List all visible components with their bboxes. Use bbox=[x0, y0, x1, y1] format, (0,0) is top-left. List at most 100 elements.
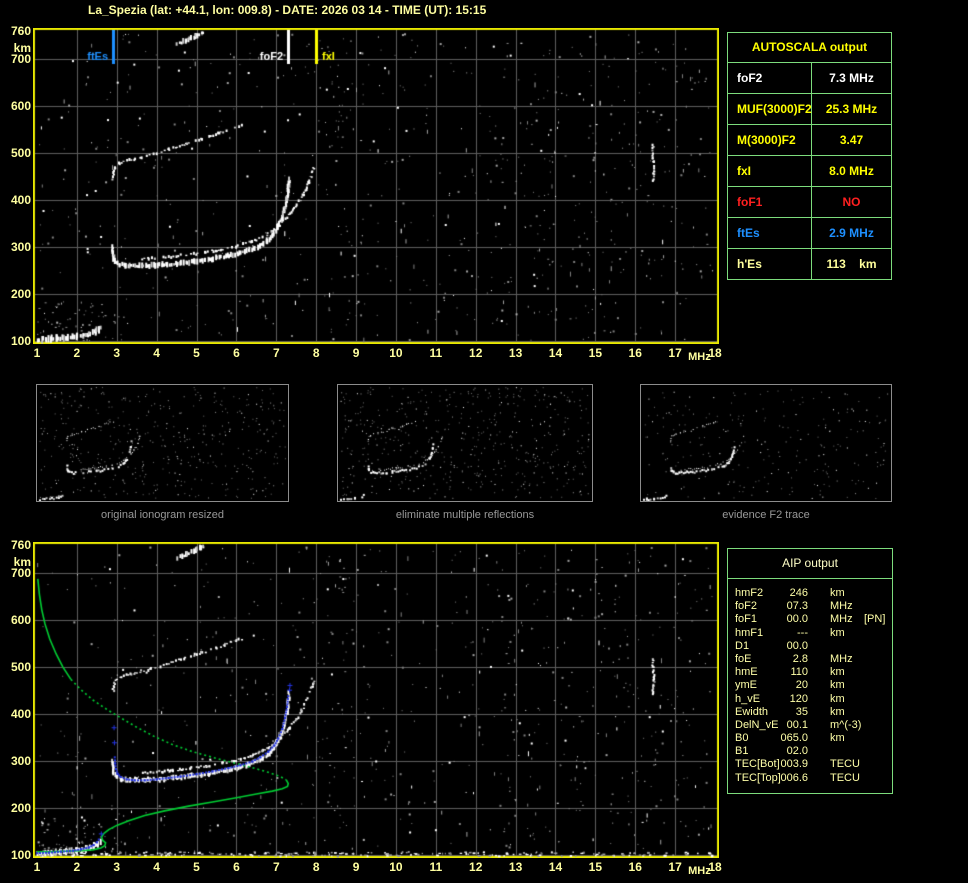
aip-row-label: D1 bbox=[735, 639, 750, 652]
autoscala-row: fxI 8.0 MHz bbox=[728, 156, 891, 187]
x-axis-tick: 8 bbox=[312, 346, 320, 360]
aip-row-label: foF2 bbox=[735, 600, 758, 613]
aip-row-value: 065.0 bbox=[780, 732, 808, 745]
aip-row-unit: km bbox=[830, 626, 845, 639]
x-axis-tick: 16 bbox=[628, 860, 642, 874]
x-axis-tick: 15 bbox=[588, 860, 603, 874]
x-axis-tick: 2 bbox=[73, 346, 81, 360]
x-axis-tick: 16 bbox=[628, 346, 642, 360]
aip-row: ymE 20 km bbox=[728, 679, 892, 692]
x-axis-tick: 17 bbox=[668, 346, 682, 360]
aip-row-unit: MHz bbox=[830, 613, 853, 626]
aip-header: AIP output bbox=[728, 549, 892, 579]
x-axis-tick: 3 bbox=[113, 860, 121, 874]
y-axis-tick: 760 bbox=[10, 538, 31, 552]
aip-row-value: 00.1 bbox=[786, 718, 808, 731]
autoscala-header: AUTOSCALA output bbox=[728, 33, 891, 63]
y-axis-tick: 600 bbox=[10, 99, 31, 114]
autoscala-rows: foF2 7.3 MHz MUF(3000)F2 25.3 MHz M(3000)F2 3… bbox=[728, 63, 891, 279]
y-axis-tick: 200 bbox=[10, 801, 31, 816]
aip-row-value: 07.3 bbox=[786, 600, 808, 613]
autoscala-row: foF1 NO bbox=[728, 187, 891, 218]
x-axis-tick: 15 bbox=[588, 346, 603, 360]
aip-row-unit: km bbox=[830, 705, 845, 718]
y-axis-tick: 760 bbox=[10, 24, 31, 38]
y-axis-unit-label: km bbox=[13, 555, 31, 569]
thumbnail-caption-evidence: evidence F2 trace bbox=[722, 509, 810, 521]
aip-row-note: [PN] bbox=[864, 613, 886, 626]
autoscala-panel: AUTOSCALA output foF2 7.3 MHz MUF(3000)F2 2… bbox=[727, 32, 892, 280]
aip-row-value: 006.6 bbox=[780, 771, 808, 784]
aip-row-value: 00.0 bbox=[786, 639, 808, 652]
y-axis-tick: 300 bbox=[10, 754, 31, 769]
x-axis-tick: 4 bbox=[153, 860, 160, 874]
autoscala-row: MUF(3000)F2 25.3 MHz bbox=[728, 94, 891, 125]
autoscala-row: h'Es 113 km bbox=[728, 249, 891, 279]
aip-row-unit: MHz bbox=[830, 652, 853, 665]
thumbnail-caption-eliminate: eliminate multiple reflections bbox=[395, 509, 535, 521]
y-axis-tick: 600 bbox=[10, 613, 31, 628]
y-axis-tick: 500 bbox=[10, 146, 31, 161]
autoscala-row-value: 8.0 MHz bbox=[829, 164, 874, 178]
y-axis-tick: 400 bbox=[10, 193, 31, 208]
x-axis-tick: 17 bbox=[668, 860, 682, 874]
x-axis-tick: 13 bbox=[508, 860, 523, 874]
aip-row: TEC[Bot] 003.9 TECU bbox=[728, 758, 892, 771]
x-axis-tick: 2 bbox=[73, 860, 81, 874]
aip-row: foF1 00.0 MHz [PN] bbox=[728, 613, 892, 626]
aip-row: hmF2 246 km bbox=[728, 587, 892, 600]
x-axis-tick: 6 bbox=[233, 860, 240, 874]
aip-row-label: B0 bbox=[735, 732, 749, 745]
x-axis-tick: 14 bbox=[548, 860, 563, 874]
autoscala-row: ftEs 2.9 MHz bbox=[728, 218, 891, 249]
x-axis-tick: 13 bbox=[508, 346, 523, 360]
x-axis-tick: 12 bbox=[469, 860, 483, 874]
aip-row: foF2 07.3 MHz bbox=[728, 600, 892, 613]
aip-row: hmE 110 km bbox=[728, 666, 892, 679]
aip-row-unit: TECU bbox=[830, 758, 860, 771]
aip-row-label: ymE bbox=[735, 679, 757, 692]
autoscala-row-value: 2.9 MHz bbox=[829, 226, 874, 240]
aip-row-label: hmF1 bbox=[735, 626, 764, 639]
aip-row-value: --- bbox=[797, 626, 808, 639]
aip-row-value: 120 bbox=[789, 692, 808, 705]
x-axis-tick: 11 bbox=[429, 346, 443, 360]
aip-panel: AIP output hmF2 246 km foF2 07.3 MHz foF1 00.0 M… bbox=[727, 548, 893, 794]
aip-row-label: h_vE bbox=[735, 692, 761, 705]
aip-row-unit: km bbox=[830, 679, 845, 692]
aip-row-value: 20 bbox=[795, 679, 808, 692]
x-axis-tick: 9 bbox=[352, 860, 360, 874]
autoscala-row-label: fxI bbox=[728, 156, 812, 186]
autoscala-row-label: foF2 bbox=[728, 63, 812, 93]
y-axis-tick: 200 bbox=[10, 287, 31, 302]
thumbnail-evidence-f2-trace bbox=[640, 384, 892, 502]
aip-row: D1 00.0 bbox=[728, 640, 892, 653]
aip-row-value: 02.0 bbox=[786, 745, 808, 758]
y-axis-tick: 300 bbox=[10, 240, 31, 255]
aip-row: hmF1 --- km bbox=[728, 627, 892, 640]
autoscala-row-label: ftEs bbox=[728, 218, 812, 248]
autoscala-row-label: M(3000)F2 bbox=[728, 125, 812, 155]
aip-row-label: foF1 bbox=[735, 613, 758, 626]
ionogram-plot-top bbox=[33, 28, 719, 344]
aip-row: B0 065.0 km bbox=[728, 732, 892, 745]
thumbnail-eliminate-reflections bbox=[337, 384, 593, 502]
x-axis-unit-label: MHz bbox=[688, 351, 711, 363]
x-axis-tick: 5 bbox=[193, 860, 200, 874]
autoscala-row-value: 113 km bbox=[826, 257, 877, 271]
x-axis-tick: 14 bbox=[548, 346, 563, 360]
aip-row-unit: km bbox=[830, 587, 845, 599]
x-axis-tick: 7 bbox=[272, 346, 280, 360]
aip-row: h_vE 120 km bbox=[728, 693, 892, 706]
x-axis-tick: 9 bbox=[352, 346, 360, 360]
aip-row-value: 003.9 bbox=[780, 758, 808, 771]
aip-row-label: B1 bbox=[735, 745, 749, 758]
x-axis-tick: 6 bbox=[233, 346, 240, 360]
x-axis-tick: 3 bbox=[113, 346, 121, 360]
thumbnail-caption-original: original ionogram resized bbox=[101, 509, 224, 521]
aip-row-unit: km bbox=[830, 732, 845, 745]
aip-row-value: 110 bbox=[790, 666, 808, 679]
aip-row: Ewidth 35 km bbox=[728, 706, 892, 719]
autoscala-row-label: h'Es bbox=[728, 249, 812, 279]
aip-row-label: foE bbox=[735, 652, 752, 665]
